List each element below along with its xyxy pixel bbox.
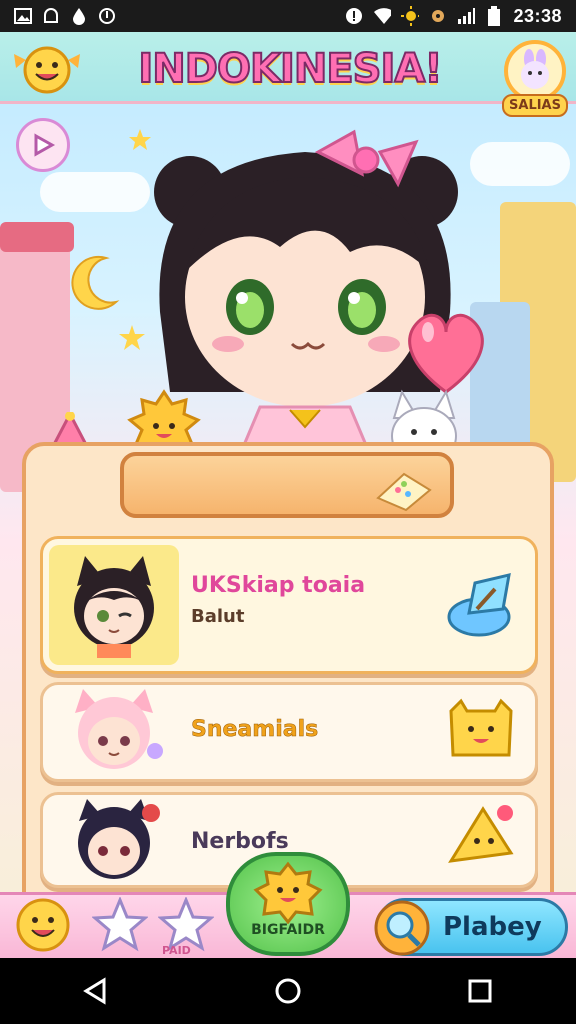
gift-box-icon [376, 472, 432, 512]
gallery-icon [14, 7, 32, 25]
drop-icon [70, 7, 88, 25]
game-scene: INDOKINESIA! SALIAS UKSkiap toaia Balut … [0, 32, 576, 958]
building-left-roof [0, 222, 74, 252]
nav-smiley-button[interactable] [12, 894, 74, 956]
card-action-3[interactable] [441, 799, 521, 879]
moon-icon [71, 255, 120, 310]
character-card-1[interactable]: UKSkiap toaia Balut [40, 536, 538, 674]
card-action-1[interactable] [441, 565, 521, 645]
card-subtitle-1: Balut [191, 606, 245, 627]
star-icon [92, 897, 148, 952]
top-header: INDOKINESIA! SALIAS [0, 32, 576, 117]
system-nav-bar [0, 958, 576, 1024]
recents-square-icon [468, 979, 492, 1003]
status-time: 23:38 [513, 5, 562, 26]
cloud [40, 172, 150, 212]
smiley-logo-icon[interactable] [8, 40, 86, 98]
yellow-blob-icon [253, 861, 323, 925]
center-button-label: BIGFAIDR [251, 922, 325, 938]
blue-ticket-icon [447, 573, 511, 637]
wifi-icon [373, 7, 392, 25]
status-left-icons [14, 7, 116, 25]
card-text-3: Nerbofs [191, 829, 289, 854]
yellow-cube-icon [449, 698, 513, 757]
notification-icon [42, 7, 60, 25]
sun-icon [401, 6, 420, 26]
card-text-1: UKSkiap toaia Balut [191, 573, 365, 627]
card-name-2: Sneamials [191, 717, 319, 743]
center-action-button[interactable]: BIGFAIDR [226, 852, 350, 956]
salias-badge[interactable]: SALIAS [502, 40, 568, 122]
bunny-icon [504, 40, 566, 102]
nav-small-label: PAID [162, 944, 191, 957]
back-button[interactable] [16, 118, 70, 172]
card-name-1: UKSkiap toaia [191, 573, 366, 598]
play-button-label: Plabey [443, 912, 542, 942]
heart-balloon-icon [408, 313, 484, 394]
card-avatar-3 [49, 799, 179, 885]
pink-hair-girl-avatar-icon [75, 689, 163, 769]
badge-label: SALIAS [502, 94, 568, 117]
cloud [470, 142, 570, 186]
nav-recents-button[interactable] [456, 967, 504, 1015]
back-triangle-icon [83, 977, 106, 1005]
alert-icon [345, 7, 363, 25]
cat-girl-avatar-icon [74, 556, 154, 658]
character-card-2[interactable]: Sneamials [40, 682, 538, 782]
card-text-2: Sneamials [191, 717, 319, 743]
battery-icon [485, 6, 503, 26]
magnifier-badge-icon [374, 900, 430, 956]
home-circle-icon [275, 978, 301, 1004]
status-bar: 23:38 [0, 0, 576, 32]
dark-hair-girl-avatar-icon [78, 799, 160, 879]
status-right-icons: 23:38 [345, 6, 562, 27]
nav-star-button[interactable] [90, 894, 150, 956]
smiley-icon [16, 898, 70, 952]
signal-icon [457, 7, 476, 25]
nav-home-button[interactable] [264, 967, 312, 1015]
app-title: INDOKINESIA! [137, 45, 443, 93]
card-avatar-2 [49, 689, 179, 777]
nav-back-button[interactable] [72, 967, 120, 1015]
card-name-3: Nerbofs [191, 829, 289, 854]
play-triangle-icon [34, 133, 56, 157]
card-avatar-1 [49, 545, 179, 665]
play-button[interactable]: Plabey [374, 898, 568, 956]
settings-icon [429, 7, 447, 25]
sync-icon [98, 7, 116, 25]
card-action-2[interactable] [441, 693, 521, 773]
cheese-bell-icon [448, 805, 514, 863]
